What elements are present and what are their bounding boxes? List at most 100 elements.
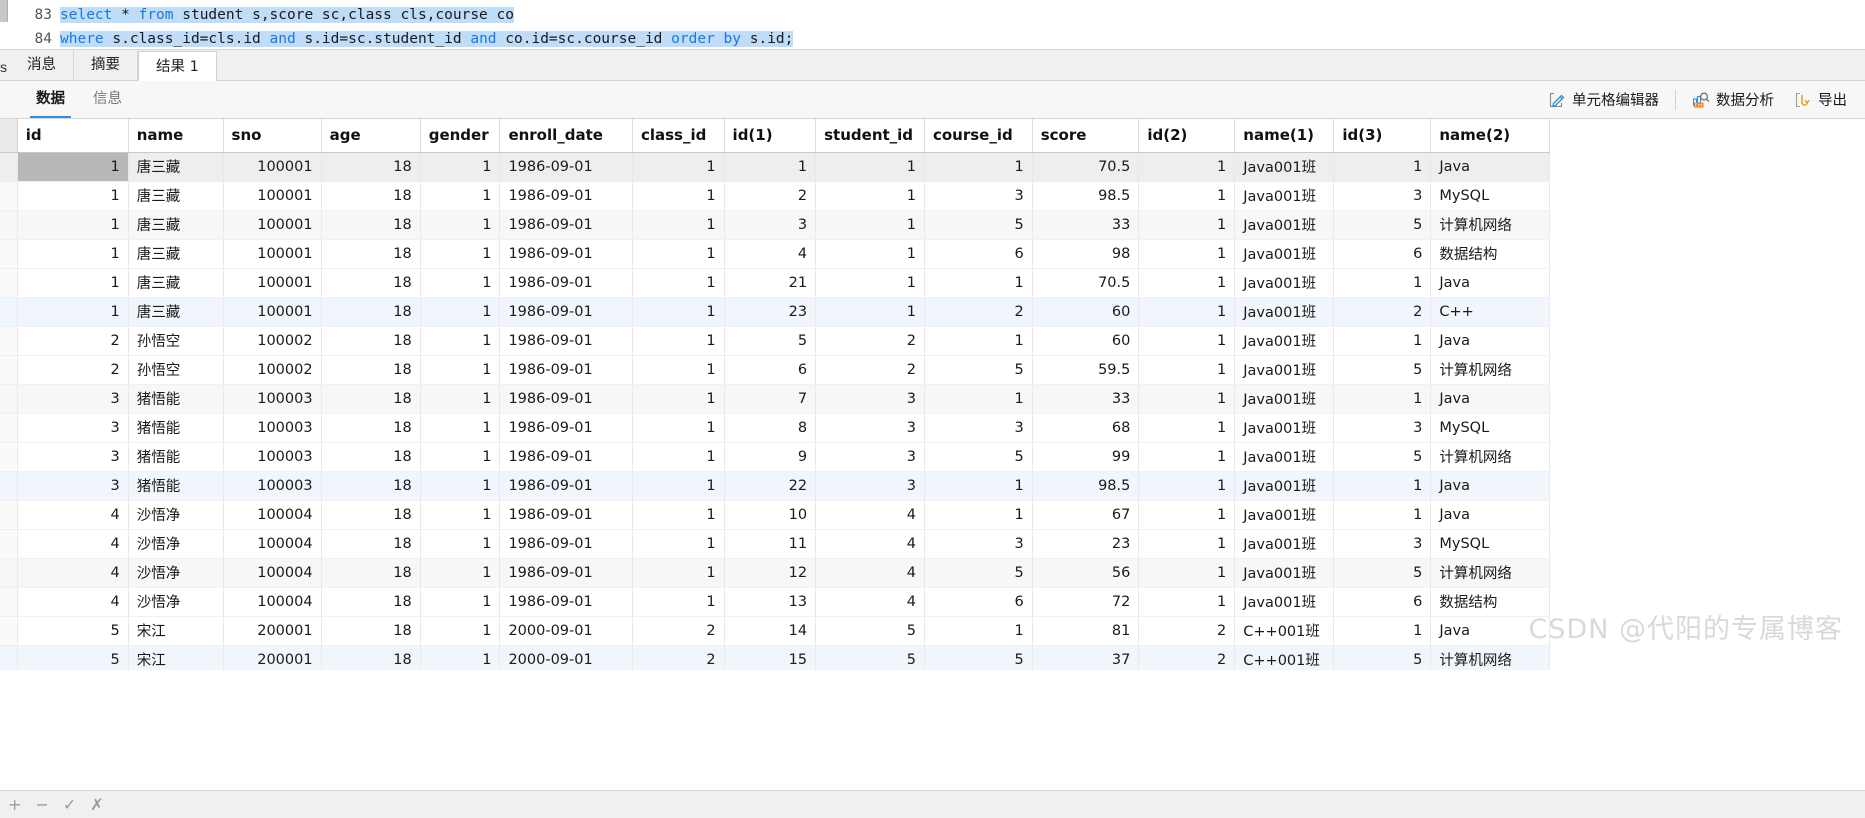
cell-student_id[interactable]: 4: [815, 529, 925, 559]
cell-student_id[interactable]: 1: [815, 210, 925, 240]
cell-enroll_date[interactable]: 1986-09-01: [499, 500, 633, 530]
table-row[interactable]: 1 唐三藏 100001 18 1 1986-09-01 1 21 1 1 70.5 1 Java001…: [0, 268, 1550, 298]
cell-gender[interactable]: 1: [420, 355, 501, 385]
cell-sno[interactable]: 200001: [223, 645, 322, 670]
cell-id[interactable]: 1: [17, 152, 129, 182]
cell-name2[interactable]: 数据结构: [1430, 587, 1550, 617]
cell-class_id[interactable]: 1: [632, 500, 725, 530]
cell-id2[interactable]: 1: [1138, 268, 1236, 298]
cell-name[interactable]: 唐三藏: [128, 239, 224, 269]
cell-id3[interactable]: 1: [1333, 326, 1432, 356]
cell-id2[interactable]: 1: [1138, 500, 1236, 530]
result-grid-container[interactable]: id name sno age gender enroll_date class_id id(…: [0, 119, 1865, 670]
cell-gender[interactable]: 1: [420, 587, 501, 617]
cell-name[interactable]: 宋江: [128, 645, 224, 670]
cell-score[interactable]: 33: [1032, 210, 1140, 240]
cell-editor-button[interactable]: 单元格编辑器: [1538, 85, 1669, 115]
cell-id2[interactable]: 1: [1138, 442, 1236, 472]
table-row[interactable]: 3 猪悟能 100003 18 1 1986-09-01 1 9 3 5 99 1 Java001班 5 计…: [0, 442, 1550, 472]
add-row-icon[interactable]: +: [8, 795, 21, 814]
table-row[interactable]: 1 唐三藏 100001 18 1 1986-09-01 1 2 1 3 98.5 1 Java001班…: [0, 181, 1550, 211]
cell-gender[interactable]: 1: [420, 239, 501, 269]
cell-id[interactable]: 2: [17, 355, 129, 385]
cell-score[interactable]: 98: [1032, 239, 1140, 269]
cell-class_id[interactable]: 1: [632, 152, 725, 182]
cell-name1[interactable]: Java001班: [1234, 384, 1335, 414]
cell-student_id[interactable]: 2: [815, 326, 925, 356]
cell-name[interactable]: 唐三藏: [128, 210, 224, 240]
cell-class_id[interactable]: 1: [632, 471, 725, 501]
cell-age[interactable]: 18: [321, 500, 421, 530]
cell-class_id[interactable]: 1: [632, 326, 725, 356]
cell-class_id[interactable]: 1: [632, 413, 725, 443]
cell-id3[interactable]: 6: [1333, 587, 1432, 617]
cell-course_id[interactable]: 1: [924, 500, 1033, 530]
cell-score[interactable]: 72: [1032, 587, 1140, 617]
cell-gender[interactable]: 1: [420, 616, 501, 646]
cell-sno[interactable]: 100001: [223, 297, 322, 327]
cell-name2[interactable]: MySQL: [1430, 529, 1550, 559]
cell-student_id[interactable]: 4: [815, 587, 925, 617]
cell-age[interactable]: 18: [321, 645, 421, 670]
cell-sno[interactable]: 100001: [223, 239, 322, 269]
cell-gender[interactable]: 1: [420, 442, 501, 472]
cell-class_id[interactable]: 1: [632, 442, 725, 472]
cell-id1[interactable]: 8: [724, 413, 817, 443]
cell-name1[interactable]: Java001班: [1234, 529, 1335, 559]
cell-name2[interactable]: Java: [1430, 616, 1550, 646]
cell-course_id[interactable]: 5: [924, 355, 1033, 385]
cell-name1[interactable]: Java001班: [1234, 587, 1335, 617]
grid-header-class_id[interactable]: class_id: [632, 119, 725, 153]
cell-id1[interactable]: 2: [724, 181, 817, 211]
grid-header-sno[interactable]: sno: [223, 119, 322, 153]
row-gutter-cell[interactable]: [0, 442, 18, 472]
grid-header-score[interactable]: score: [1032, 119, 1140, 153]
cell-name1[interactable]: Java001班: [1234, 413, 1335, 443]
result-subtab-1[interactable]: 信息: [79, 81, 136, 118]
cell-id1[interactable]: 14: [724, 616, 817, 646]
cell-name2[interactable]: Java: [1430, 471, 1550, 501]
cell-name[interactable]: 沙悟净: [128, 529, 224, 559]
cell-student_id[interactable]: 1: [815, 297, 925, 327]
cell-enroll_date[interactable]: 1986-09-01: [499, 413, 633, 443]
cell-id2[interactable]: 1: [1138, 210, 1236, 240]
row-gutter-cell[interactable]: [0, 471, 18, 501]
cell-name[interactable]: 唐三藏: [128, 152, 224, 182]
grid-header-id3[interactable]: id(3): [1333, 119, 1432, 153]
cell-name[interactable]: 猪悟能: [128, 442, 224, 472]
remove-row-icon[interactable]: −: [35, 795, 48, 814]
table-row[interactable]: 3 猪悟能 100003 18 1 1986-09-01 1 7 3 1 33 1 Java001班 1 J…: [0, 384, 1550, 414]
cell-age[interactable]: 18: [321, 326, 421, 356]
grid-header-enroll_date[interactable]: enroll_date: [499, 119, 633, 153]
cell-sno[interactable]: 100003: [223, 384, 322, 414]
cell-id2[interactable]: 1: [1138, 471, 1236, 501]
sql-editor[interactable]: 83 84 select * from student s,score sc,cl…: [0, 0, 1865, 50]
cell-age[interactable]: 18: [321, 355, 421, 385]
cell-sno[interactable]: 100003: [223, 413, 322, 443]
cell-name[interactable]: 猪悟能: [128, 384, 224, 414]
cell-enroll_date[interactable]: 1986-09-01: [499, 326, 633, 356]
table-row[interactable]: 1 唐三藏 100001 18 1 1986-09-01 1 23 1 2 60 1 Java001班 2…: [0, 297, 1550, 327]
cell-sno[interactable]: 100003: [223, 471, 322, 501]
cell-name1[interactable]: Java001班: [1234, 268, 1335, 298]
cell-name[interactable]: 唐三藏: [128, 297, 224, 327]
cell-age[interactable]: 18: [321, 587, 421, 617]
cell-sno[interactable]: 100004: [223, 558, 322, 588]
cell-age[interactable]: 18: [321, 181, 421, 211]
cell-score[interactable]: 33: [1032, 384, 1140, 414]
cell-age[interactable]: 18: [321, 152, 421, 182]
cell-id2[interactable]: 2: [1138, 645, 1236, 670]
cell-id2[interactable]: 1: [1138, 355, 1236, 385]
cell-id1[interactable]: 7: [724, 384, 817, 414]
cell-id[interactable]: 3: [17, 384, 129, 414]
cell-id2[interactable]: 1: [1138, 558, 1236, 588]
cell-gender[interactable]: 1: [420, 558, 501, 588]
cell-score[interactable]: 60: [1032, 326, 1140, 356]
table-row[interactable]: 4 沙悟净 100004 18 1 1986-09-01 1 13 4 6 72 1 Java001班 6…: [0, 587, 1550, 617]
cell-id3[interactable]: 1: [1333, 384, 1432, 414]
cell-id[interactable]: 3: [17, 442, 129, 472]
cell-id1[interactable]: 23: [724, 297, 817, 327]
cell-id[interactable]: 4: [17, 558, 129, 588]
cell-name2[interactable]: C++: [1430, 297, 1550, 327]
cell-name[interactable]: 唐三藏: [128, 181, 224, 211]
